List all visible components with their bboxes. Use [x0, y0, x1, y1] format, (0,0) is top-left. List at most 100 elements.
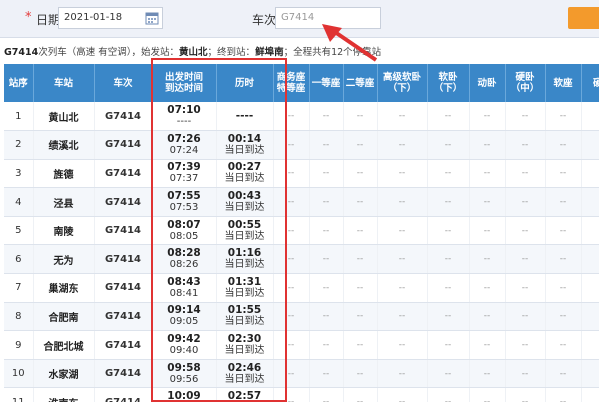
seat-availability: --: [343, 387, 378, 402]
seat-availability: --: [377, 273, 428, 303]
table-row[interactable]: 5 南陵 G7414 08:07 08:05 00:55 当日到达 -- -- -- -- -- -- -…: [4, 216, 599, 246]
seat-availability: --: [469, 359, 506, 389]
table-row[interactable]: 8 合肥南 G7414 09:14 09:05 01:55 当日到达 -- -- -- -- -- --…: [4, 302, 599, 332]
seat-availability: --: [377, 244, 428, 275]
seat-availability: --: [343, 187, 378, 217]
seat-availability: --: [469, 302, 506, 332]
station-order: 11: [4, 387, 34, 402]
train-code: G7414: [94, 102, 153, 132]
station-name: 无为: [33, 244, 95, 275]
seat-availability: --: [581, 302, 599, 332]
seat-availability: --: [469, 187, 506, 217]
station-name: 黄山北: [33, 102, 95, 132]
seat-availability: --: [309, 273, 344, 303]
seat-availability: --: [427, 187, 470, 217]
seat-availability: --: [377, 102, 428, 132]
seat-availability: --: [273, 330, 310, 360]
table-row[interactable]: 9 合肥北城 G7414 09:42 09:40 02:30 当日到达 -- -- -- -- -- -…: [4, 330, 599, 360]
train-number-input[interactable]: G7414: [275, 7, 381, 29]
summary-origin: 黄山北: [179, 47, 208, 58]
duration-cell: 00:55 当日到达: [216, 216, 274, 246]
seat-availability: --: [581, 216, 599, 246]
time-cell: 07:55 07:53: [152, 187, 217, 217]
seat-availability: --: [343, 273, 378, 303]
seat-availability: --: [343, 102, 378, 132]
station-name: 巢湖东: [33, 273, 95, 303]
seat-availability: --: [505, 273, 546, 303]
seat-availability: --: [377, 330, 428, 360]
query-button[interactable]: [568, 7, 599, 29]
station-name: 旌德: [33, 159, 95, 189]
station-order: 6: [4, 244, 34, 275]
duration-cell: 00:14 当日到达: [216, 130, 274, 160]
table-row[interactable]: 6 无为 G7414 08:28 08:26 01:16 当日到达 -- -- -- -- -- -- -…: [4, 244, 599, 275]
seat-availability: --: [427, 216, 470, 246]
seat-availability: --: [273, 273, 310, 303]
seat-availability: --: [427, 330, 470, 360]
column-header: 商务座 特等座: [273, 64, 310, 102]
seat-availability: --: [273, 187, 310, 217]
seat-availability: --: [309, 302, 344, 332]
seat-availability: --: [505, 244, 546, 275]
seat-availability: --: [469, 273, 506, 303]
time-cell: 09:14 09:05: [152, 302, 217, 332]
station-order: 8: [4, 302, 34, 332]
seat-availability: --: [309, 216, 344, 246]
seat-availability: --: [309, 187, 344, 217]
station-order: 10: [4, 359, 34, 389]
seat-availability: --: [505, 187, 546, 217]
seat-availability: --: [427, 387, 470, 402]
duration-cell: 02:57当日到达: [216, 387, 274, 402]
station-name: 合肥北城: [33, 330, 95, 360]
seat-availability: --: [309, 244, 344, 275]
train-code: G7414: [94, 273, 153, 303]
seat-availability: --: [273, 159, 310, 189]
table-row[interactable]: 10 水家湖 G7414 09:58 09:56 02:46 当日到达 -- -- -- -- -- -…: [4, 359, 599, 389]
seat-availability: --: [343, 359, 378, 389]
calendar-icon[interactable]: [145, 11, 159, 25]
seat-availability: --: [581, 330, 599, 360]
seat-availability: --: [581, 273, 599, 303]
duration-cell: 02:30 当日到达: [216, 330, 274, 360]
seat-availability: --: [343, 330, 378, 360]
station-order: 4: [4, 187, 34, 217]
station-order: 7: [4, 273, 34, 303]
seat-availability: --: [273, 102, 310, 132]
column-header: 车次: [94, 64, 153, 102]
seat-availability: --: [343, 159, 378, 189]
table-row[interactable]: 3 旌德 G7414 07:39 07:37 00:27 当日到达 -- -- -- -- -- -- -…: [4, 159, 599, 189]
seat-availability: --: [505, 330, 546, 360]
table-row[interactable]: 2 绩溪北 G7414 07:26 07:24 00:14 当日到达 -- -- -- -- -- --…: [4, 130, 599, 160]
seat-availability: --: [309, 387, 344, 402]
table-row[interactable]: 11淮南东G741410:0910:0702:57当日到达-----------…: [4, 387, 599, 402]
seat-availability: --: [469, 330, 506, 360]
station-name: 淮南东: [33, 387, 95, 402]
duration-cell: ----: [216, 102, 274, 132]
seat-availability: --: [581, 102, 599, 132]
table-header: 站序 车站 车次 出发时间 到达时间 历时 商务座 特等座 一等座 二等座 高级软卧 （下） 软卧 （下）…: [4, 64, 599, 102]
time-cell: 07:10 ----: [152, 102, 217, 132]
date-value: 2021-01-18: [64, 12, 123, 23]
seat-availability: --: [309, 102, 344, 132]
seat-availability: --: [581, 130, 599, 160]
summary-mid: ；终到站：: [207, 47, 256, 58]
timetable: 站序 车站 车次 出发时间 到达时间 历时 商务座 特等座 一等座 二等座 高级软卧 （下） 软卧 （下）…: [4, 64, 599, 402]
seat-availability: --: [581, 244, 599, 275]
table-row[interactable]: 4 泾县 G7414 07:55 07:53 00:43 当日到达 -- -- -- -- -- -- -…: [4, 187, 599, 217]
seat-availability: --: [343, 302, 378, 332]
seat-availability: --: [273, 216, 310, 246]
station-order: 1: [4, 102, 34, 132]
seat-availability: --: [427, 102, 470, 132]
table-row[interactable]: 7 巢湖东 G7414 08:43 08:41 01:31 当日到达 -- -- -- -- -- --…: [4, 273, 599, 303]
seat-availability: --: [505, 216, 546, 246]
seat-availability: --: [273, 359, 310, 389]
station-order: 9: [4, 330, 34, 360]
column-header: 站序: [4, 64, 34, 102]
seat-availability: --: [469, 387, 506, 402]
station-order: 3: [4, 159, 34, 189]
table-row[interactable]: 1黄山北G741407:10--------------------------: [4, 102, 599, 132]
date-field[interactable]: 2021-01-18: [58, 7, 163, 29]
seat-availability: --: [377, 187, 428, 217]
summary-text: 次列车（高速 有空调），始发站：: [38, 47, 180, 58]
seat-availability: --: [309, 130, 344, 160]
